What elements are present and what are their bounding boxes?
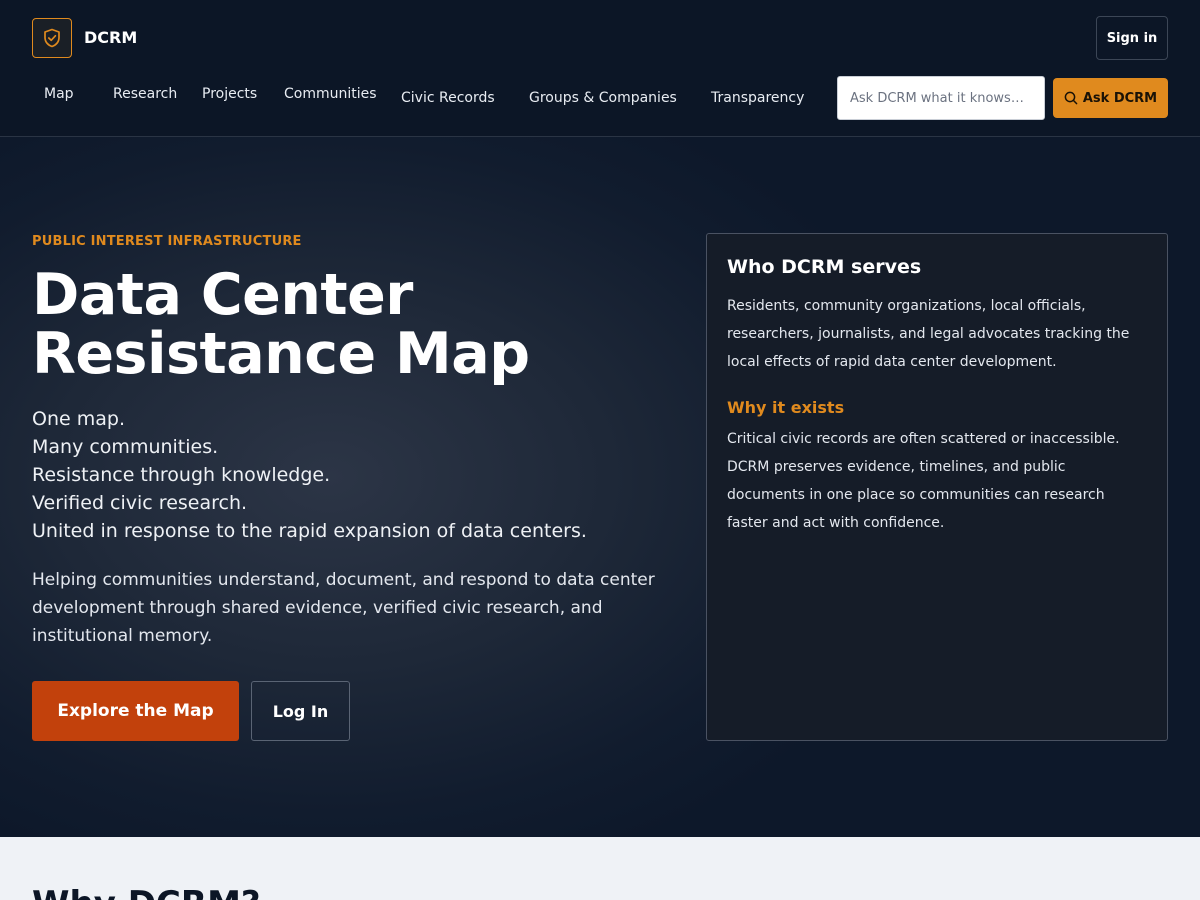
brand-name[interactable]: DCRM <box>84 28 137 47</box>
tagline: One map. <box>32 408 125 430</box>
sign-in-button[interactable]: Sign in <box>1096 16 1168 60</box>
panel-subheading: Why it exists <box>727 398 845 417</box>
nav-research[interactable]: Research <box>113 86 177 102</box>
page-title: Data Center Resistance Map <box>32 262 530 387</box>
hero-eyebrow: PUBLIC INTEREST INFRASTRUCTURE <box>32 234 302 249</box>
tagline: Many communities. <box>32 436 219 458</box>
explore-map-button[interactable]: Explore the Map <box>32 681 239 741</box>
ask-dcrm-label: Ask DCRM <box>1082 90 1158 106</box>
nav-transparency[interactable]: Transparency <box>711 90 804 106</box>
panel-body: Residents, community organizations, loca… <box>727 298 1130 370</box>
tagline: Resistance through knowledge. <box>32 464 331 486</box>
nav-groups-companies[interactable]: Groups & Companies <box>529 90 677 106</box>
panel-heading: Who DCRM serves <box>727 256 922 278</box>
shield-check-icon <box>44 28 60 48</box>
nav-map[interactable]: Map <box>44 86 74 102</box>
tagline: United in response to the rapid expansio… <box>32 520 587 542</box>
ask-search-input[interactable] <box>837 76 1045 120</box>
search-icon <box>1064 91 1078 105</box>
site-header: DCRM Sign in Map Research Projects Commu… <box>0 0 1200 137</box>
hero-taglines: One map. Many communities. Resistance th… <box>32 405 587 545</box>
why-section: Why DCRM? <box>0 837 1200 900</box>
ask-dcrm-button[interactable]: Ask DCRM <box>1053 78 1168 118</box>
log-in-button[interactable]: Log In <box>251 681 350 741</box>
nav-communities[interactable]: Communities <box>284 86 377 102</box>
nav-civic-records[interactable]: Civic Records <box>401 90 495 106</box>
hero-intro: Helping communities understand, document… <box>32 570 655 646</box>
why-section-title: Why DCRM? <box>32 884 261 900</box>
tagline: Verified civic research. <box>32 492 248 514</box>
info-panel: Who DCRM serves Residents, community org… <box>706 233 1168 741</box>
logo[interactable] <box>32 18 72 58</box>
nav-projects[interactable]: Projects <box>202 86 257 102</box>
panel-subbody: Critical civic records are often scatter… <box>727 431 1120 531</box>
